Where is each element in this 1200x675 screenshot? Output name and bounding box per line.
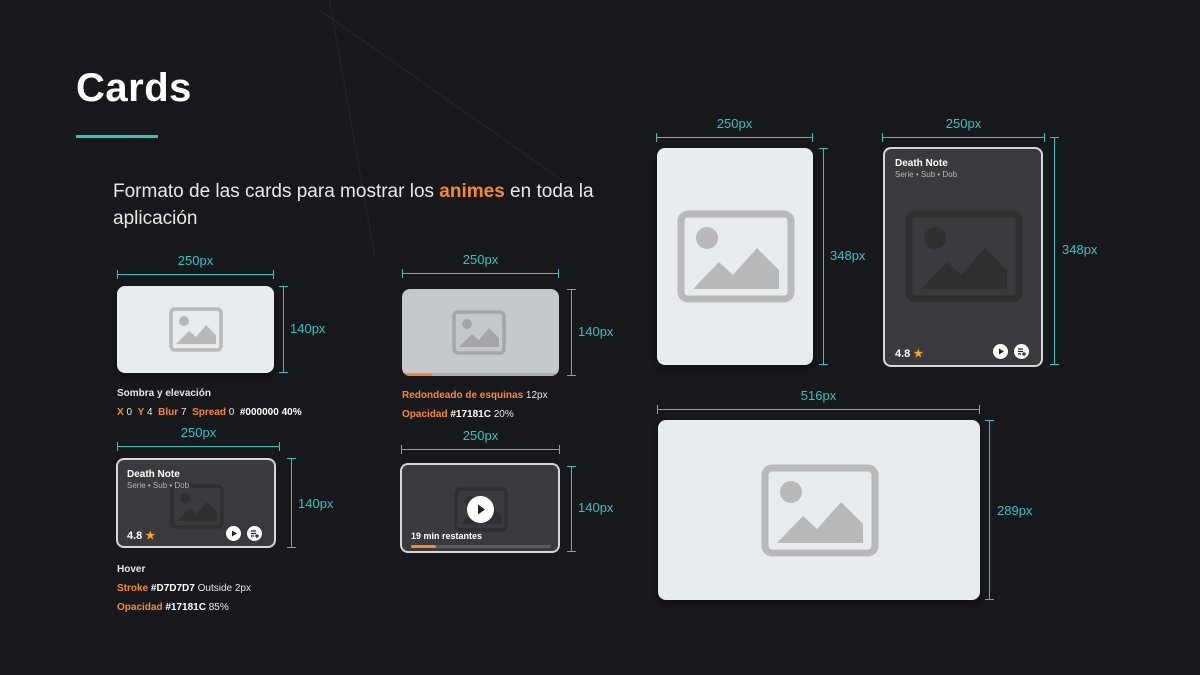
play-button[interactable]: [467, 496, 494, 523]
shadow-heading: Sombra y elevación: [117, 388, 211, 399]
play-icon: [478, 504, 485, 515]
time-remaining: 19 min restantes: [411, 531, 483, 541]
card-hover-dark[interactable]: Death Note Serie • Sub • Dob 4.8 ★: [116, 458, 276, 548]
height-label: 289px: [997, 503, 1033, 518]
radius-opacity-spec: Opacidad #17181C 20%: [402, 409, 514, 420]
star-icon: ★: [145, 530, 156, 542]
width-label: 250px: [180, 425, 217, 440]
image-placeholder-icon: [761, 464, 879, 557]
play-icon: [999, 348, 1004, 355]
radius-spec: Redondeado de esquinas 12px: [402, 390, 548, 401]
play-icon: [232, 530, 237, 537]
width-guide: [402, 269, 559, 278]
rating: 4.8 ★: [127, 530, 156, 542]
image-placeholder-icon: [677, 210, 795, 303]
card-title: Death Note: [895, 158, 948, 169]
intro-text: Formato de las cards para mostrar los an…: [113, 178, 633, 232]
card-light[interactable]: [117, 286, 274, 373]
height-label: 140px: [290, 321, 326, 336]
width-guide: [117, 442, 280, 451]
width-label: 250px: [945, 116, 982, 131]
height-guide: [279, 286, 288, 373]
play-button[interactable]: [993, 344, 1008, 359]
width-guide: [657, 405, 980, 414]
image-placeholder-icon: [170, 484, 224, 529]
width-guide: [656, 133, 813, 142]
card-subtitle: Serie • Sub • Dob: [127, 481, 190, 490]
width-label: 250px: [716, 116, 753, 131]
card-landscape-light[interactable]: [658, 420, 980, 600]
width-guide: [117, 270, 274, 279]
width-label: 250px: [462, 428, 499, 443]
intro-highlight: animes: [439, 181, 505, 202]
card-progress-gray[interactable]: [402, 289, 559, 376]
play-button[interactable]: [226, 526, 241, 541]
width-guide: [882, 133, 1045, 142]
image-placeholder-icon: [905, 210, 1023, 303]
card-title: Death Note: [127, 469, 180, 480]
card-subtitle: Serie • Sub • Dob: [895, 170, 958, 179]
width-label: 516px: [800, 388, 837, 403]
height-label: 140px: [578, 324, 614, 339]
height-label: 140px: [578, 500, 614, 515]
hover-heading: Hover: [117, 564, 146, 575]
height-guide: [819, 148, 828, 365]
image-placeholder-icon: [452, 310, 506, 355]
intro-before: Formato de las cards para mostrar los: [113, 181, 440, 202]
height-label: 348px: [1062, 242, 1098, 257]
height-guide: [985, 420, 994, 600]
width-guide: [401, 445, 560, 454]
add-to-list-icon: [251, 530, 259, 538]
hover-opacity-spec: Opacidad #17181C 85%: [117, 602, 229, 613]
card-continue-watching[interactable]: 19 min restantes: [400, 463, 560, 553]
hover-stroke-spec: Stroke #D7D7D7 Outside 2px: [117, 583, 251, 594]
height-label: 140px: [298, 496, 334, 511]
width-label: 250px: [462, 252, 499, 267]
page-title: Cards: [76, 66, 192, 110]
progress-fill: [402, 373, 432, 376]
height-guide: [287, 458, 296, 548]
width-label: 250px: [177, 253, 214, 268]
image-placeholder-icon: [169, 307, 223, 352]
star-icon: ★: [913, 348, 924, 360]
rating: 4.8 ★: [895, 348, 924, 360]
add-to-list-icon: [1018, 348, 1026, 356]
add-to-list-button[interactable]: [1014, 344, 1029, 359]
card-portrait-dark[interactable]: Death Note Serie • Sub • Dob 4.8 ★: [883, 147, 1043, 367]
height-guide: [567, 466, 576, 552]
add-to-list-button[interactable]: [247, 526, 262, 541]
height-guide: [1050, 137, 1059, 365]
title-underline: [76, 135, 158, 138]
progress-fill: [411, 545, 436, 548]
height-guide: [567, 289, 576, 376]
shadow-values: X 0 Y 4 Blur 7 Spread 0 #000000 40%: [117, 407, 302, 418]
card-portrait-light[interactable]: [657, 148, 813, 365]
height-label: 348px: [830, 248, 866, 263]
